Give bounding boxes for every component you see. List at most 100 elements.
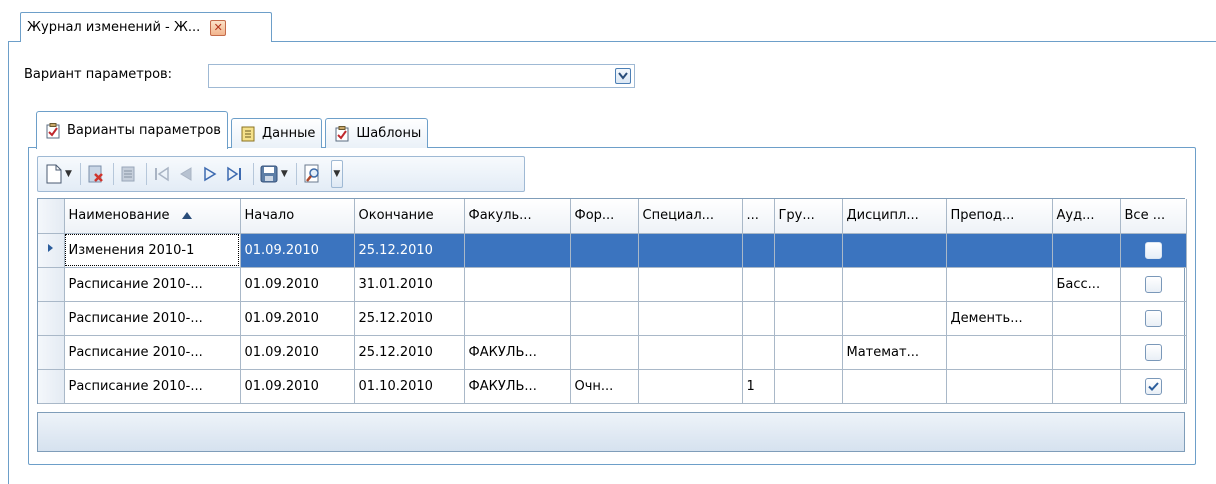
tab-templates[interactable]: Шаблоны bbox=[325, 118, 429, 148]
table-cell[interactable]: Басс... bbox=[1052, 267, 1121, 302]
table-cell[interactable]: Расписание 2010-... bbox=[64, 335, 241, 370]
row-indicator[interactable] bbox=[38, 369, 65, 404]
table-cell[interactable]: 31.01.2010 bbox=[354, 267, 465, 302]
column-header[interactable]: Ауд... bbox=[1052, 199, 1121, 234]
table-cell[interactable] bbox=[570, 335, 639, 370]
last-record-button[interactable] bbox=[225, 161, 245, 187]
close-icon[interactable]: ✕ bbox=[210, 19, 227, 36]
table-cell[interactable]: 1 bbox=[742, 369, 775, 404]
table-cell[interactable]: Изменения 2010-1 bbox=[64, 233, 241, 268]
tab-parameter-variants[interactable]: Варианты параметров bbox=[36, 111, 228, 149]
next-record-button[interactable] bbox=[201, 161, 219, 187]
table-cell[interactable] bbox=[464, 233, 571, 268]
table-row[interactable]: Расписание 2010-... 01.09.2010 31.01.2010 Б… bbox=[38, 267, 1187, 302]
table-row[interactable]: Изменения 2010-1 01.09.2010 25.12.2010 bbox=[38, 233, 1187, 268]
tab-data[interactable]: Данные bbox=[230, 118, 323, 148]
all-checkbox[interactable] bbox=[1144, 241, 1162, 259]
column-header[interactable]: Окончание bbox=[354, 199, 465, 234]
table-cell[interactable]: 01.09.2010 bbox=[240, 369, 355, 404]
table-cell[interactable]: 01.09.2010 bbox=[240, 267, 355, 302]
document-tab[interactable]: Журнал изменений - Ж... ✕ bbox=[20, 12, 272, 42]
table-cell[interactable] bbox=[842, 267, 947, 302]
row-indicator[interactable] bbox=[38, 267, 65, 302]
table-cell[interactable] bbox=[742, 301, 775, 336]
column-header[interactable]: Фор... bbox=[570, 199, 639, 234]
column-header[interactable]: ... bbox=[742, 199, 775, 234]
table-cell[interactable] bbox=[1052, 335, 1121, 370]
table-cell[interactable] bbox=[742, 335, 775, 370]
row-indicator[interactable] bbox=[38, 233, 65, 268]
table-cell[interactable] bbox=[638, 267, 743, 302]
all-checkbox[interactable] bbox=[1144, 275, 1162, 293]
all-checkbox[interactable] bbox=[1144, 309, 1162, 327]
row-indicator[interactable] bbox=[38, 301, 65, 336]
column-header[interactable]: Наименование bbox=[64, 199, 241, 234]
table-cell[interactable] bbox=[946, 335, 1053, 370]
table-cell[interactable]: 01.10.2010 bbox=[354, 369, 465, 404]
table-cell[interactable] bbox=[638, 233, 743, 268]
chevron-down-icon[interactable] bbox=[615, 68, 631, 84]
table-cell[interactable] bbox=[842, 233, 947, 268]
table-row[interactable]: Расписание 2010-... 01.09.2010 01.10.2010 Ф… bbox=[38, 369, 1187, 404]
table-cell[interactable] bbox=[946, 233, 1053, 268]
table-cell[interactable] bbox=[842, 369, 947, 404]
column-header[interactable]: Начало bbox=[240, 199, 355, 234]
column-header[interactable]: Дисципл... bbox=[842, 199, 947, 234]
table-cell[interactable]: 25.12.2010 bbox=[354, 335, 465, 370]
table-cell[interactable]: Расписание 2010-... bbox=[64, 301, 241, 336]
table-cell[interactable] bbox=[570, 233, 639, 268]
table-cell[interactable] bbox=[638, 335, 743, 370]
table-cell[interactable] bbox=[1052, 301, 1121, 336]
row-indicator[interactable] bbox=[38, 335, 65, 370]
column-header[interactable]: Все ... bbox=[1120, 199, 1187, 234]
table-cell[interactable] bbox=[742, 267, 775, 302]
delete-button[interactable] bbox=[87, 161, 105, 187]
all-checkbox[interactable] bbox=[1144, 377, 1162, 395]
table-cell[interactable] bbox=[1052, 369, 1121, 404]
table-row[interactable]: Расписание 2010-... 01.09.2010 25.12.2010 Д… bbox=[38, 301, 1187, 336]
column-header[interactable]: Гру... bbox=[774, 199, 843, 234]
table-cell[interactable] bbox=[946, 369, 1053, 404]
column-header[interactable]: Специал... bbox=[638, 199, 743, 234]
column-header[interactable]: Препод... bbox=[946, 199, 1053, 234]
table-cell[interactable] bbox=[946, 267, 1053, 302]
table-cell[interactable] bbox=[774, 335, 843, 370]
column-header[interactable]: Факуль... bbox=[464, 199, 571, 234]
preview-button[interactable] bbox=[303, 161, 323, 187]
table-cell[interactable] bbox=[742, 233, 775, 268]
params-select[interactable] bbox=[208, 64, 635, 88]
save-button[interactable]: ▼ bbox=[260, 161, 288, 187]
table-cell[interactable]: Математ... bbox=[842, 335, 947, 370]
table-cell[interactable]: 25.12.2010 bbox=[354, 233, 465, 268]
all-checkbox[interactable] bbox=[1144, 343, 1162, 361]
table-cell[interactable] bbox=[570, 267, 639, 302]
prev-record-button[interactable] bbox=[177, 161, 195, 187]
table-cell[interactable] bbox=[842, 301, 947, 336]
table-cell[interactable]: 25.12.2010 bbox=[354, 301, 465, 336]
table-cell[interactable] bbox=[638, 301, 743, 336]
table-cell[interactable] bbox=[1052, 233, 1121, 268]
table-cell[interactable] bbox=[774, 369, 843, 404]
table-cell[interactable]: Расписание 2010-... bbox=[64, 369, 241, 404]
copy-button[interactable] bbox=[120, 161, 138, 187]
table-cell[interactable] bbox=[570, 301, 639, 336]
new-record-button[interactable]: ▼ bbox=[46, 161, 72, 187]
table-cell[interactable] bbox=[464, 301, 571, 336]
table-cell[interactable] bbox=[774, 301, 843, 336]
table-cell[interactable]: 01.09.2010 bbox=[240, 233, 355, 268]
table-cell[interactable] bbox=[464, 267, 571, 302]
table-cell[interactable]: 01.09.2010 bbox=[240, 301, 355, 336]
table-cell[interactable] bbox=[638, 369, 743, 404]
toolbar-options-dropdown[interactable]: ▼ bbox=[330, 160, 343, 188]
table-cell[interactable]: Расписание 2010-... bbox=[64, 267, 241, 302]
table-cell[interactable]: 01.09.2010 bbox=[240, 335, 355, 370]
first-record-button[interactable] bbox=[153, 161, 171, 187]
table-cell[interactable]: ФАКУЛЬ... bbox=[464, 369, 571, 404]
data-grid[interactable]: Наименование Начало Окончание Факуль... … bbox=[37, 198, 1187, 404]
table-cell[interactable]: ФАКУЛЬ... bbox=[464, 335, 571, 370]
table-cell[interactable]: Дементь... bbox=[946, 301, 1053, 336]
table-row[interactable]: Расписание 2010-... 01.09.2010 25.12.2010 Ф… bbox=[38, 335, 1187, 370]
table-cell[interactable]: Очн... bbox=[570, 369, 639, 404]
table-cell[interactable] bbox=[774, 233, 843, 268]
table-cell[interactable] bbox=[774, 267, 843, 302]
